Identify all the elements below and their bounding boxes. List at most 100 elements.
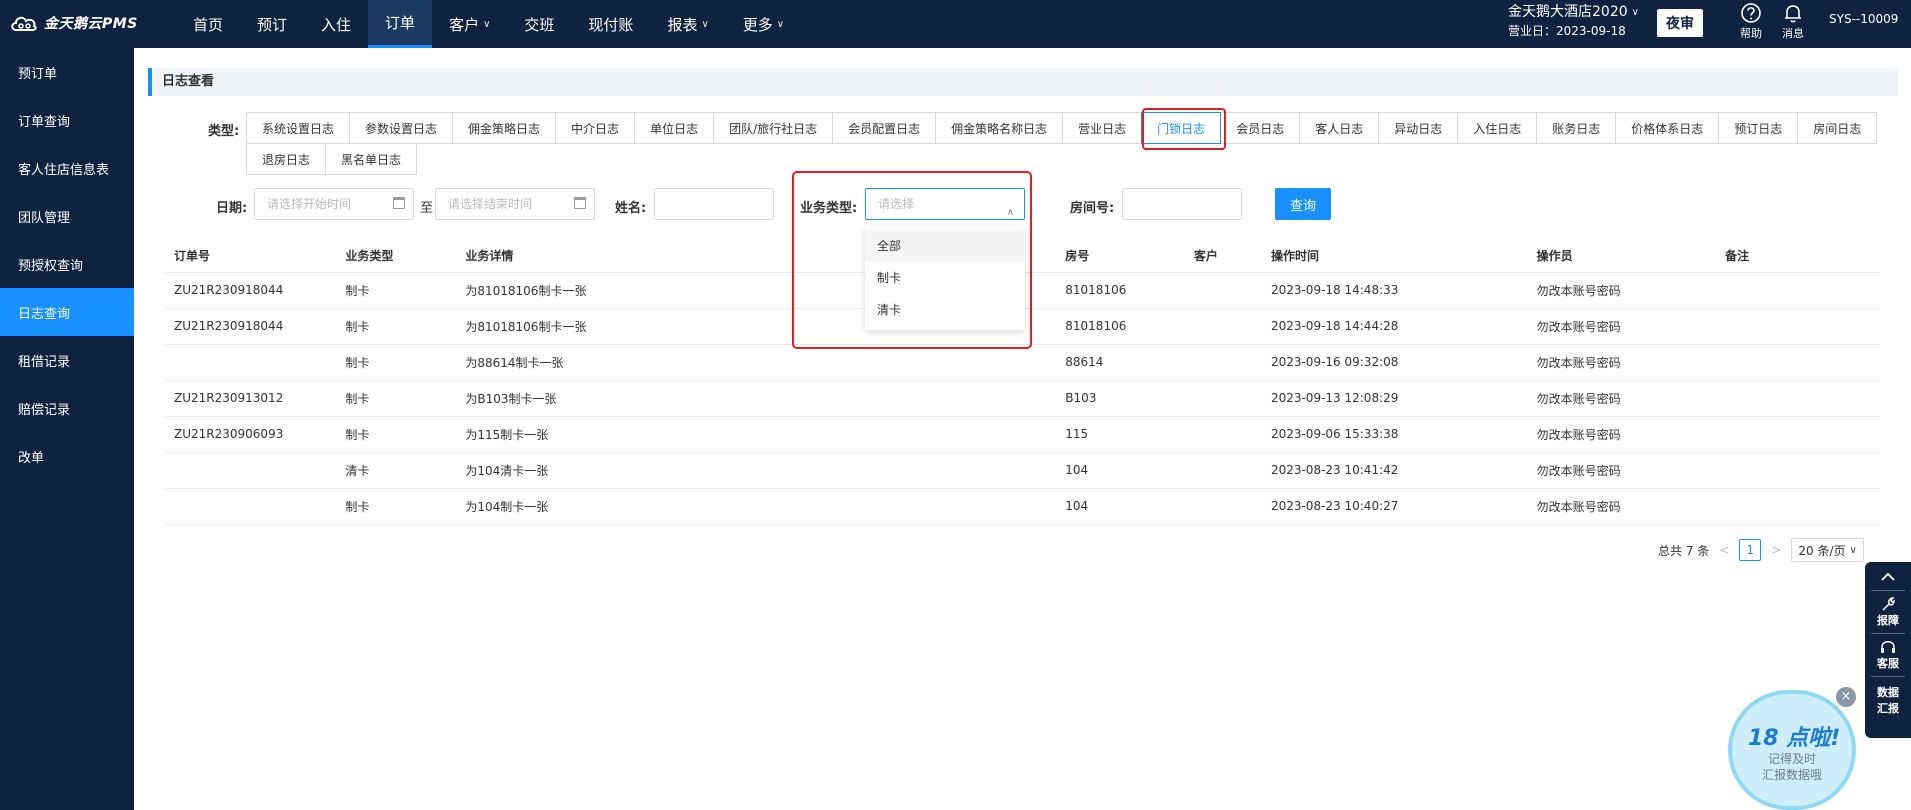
end-date-placeholder: 请选择结束时间 (448, 197, 533, 211)
table-cell (1185, 308, 1263, 345)
user-menu[interactable]: SYS--10009 (1829, 12, 1898, 26)
type-tab[interactable]: 门锁日志 (1141, 112, 1222, 144)
sidebar-item[interactable]: 客人住店信息表 (0, 144, 134, 192)
table-cell: 勿改本账号密码 (1528, 416, 1718, 453)
close-icon[interactable]: × (1836, 687, 1856, 707)
table-cell (1717, 416, 1880, 453)
service-button[interactable]: 客服 (1865, 638, 1911, 672)
nav-item-label: 订单 (385, 14, 416, 32)
bell-icon (1785, 5, 1801, 23)
biz-type-select[interactable]: 请选择 ∧ (865, 188, 1025, 220)
hotel-switcher[interactable]: 金天鹅大酒店2020 ∨ 营业日：2023-09-18 (1508, 3, 1639, 41)
start-date-input[interactable]: 请选择开始时间 (254, 188, 414, 220)
next-page-icon[interactable]: > (1771, 543, 1781, 557)
type-tab[interactable]: 佣金策略名称日志 (935, 112, 1064, 144)
type-tab[interactable]: 会员配置日志 (832, 112, 937, 144)
table-row: 清卡 为104清卡一张 104 2023-08-23 10:41:42 勿改本账号密码 (166, 452, 1880, 489)
app-logo[interactable]: 金天鹅云PMS (10, 12, 138, 34)
table-row: ZU21R230906093 制卡 为115制卡一张 115 2023-09-06 15… (166, 416, 1880, 453)
type-tab[interactable]: 房间日志 (1797, 112, 1878, 144)
type-tab[interactable]: 客人日志 (1299, 112, 1380, 144)
type-tab[interactable]: 单位日志 (634, 112, 715, 144)
nav-item-label: 客户 (449, 15, 480, 34)
collapse-button[interactable] (1865, 562, 1911, 586)
type-tab[interactable]: 系统设置日志 (246, 112, 351, 144)
prev-page-icon[interactable]: < (1719, 543, 1729, 557)
table-cell: 制卡 (337, 272, 458, 309)
help-button[interactable]: 帮助 (1733, 2, 1769, 41)
night-audit-button[interactable]: 夜审 (1657, 9, 1703, 37)
table-cell (166, 488, 338, 525)
type-tab[interactable]: 价格体系日志 (1615, 112, 1720, 144)
name-input[interactable] (654, 188, 774, 220)
dropdown-option[interactable]: 清卡 (865, 294, 1025, 326)
sidebar-item[interactable]: 订单查询 (0, 96, 134, 144)
nav-item[interactable]: 预订 (240, 0, 304, 48)
report-issue-button[interactable]: 报障 (1865, 595, 1911, 629)
nav-item[interactable]: 入住 (304, 0, 368, 48)
type-tab[interactable]: 黑名单日志 (325, 143, 418, 175)
total-count: 总共 7 条 (1658, 543, 1710, 558)
table-cell: 为115制卡一张 (457, 416, 1058, 453)
nav-item[interactable]: 订单 (368, 0, 433, 48)
type-filter-tabs: 系统设置日志 参数设置日志 佣金策略日志 中介日志 单位日志 团队/旅行社日志 会员配置日志… (246, 112, 1878, 175)
biz-type-dropdown: 全部 制卡 清卡 (865, 226, 1025, 330)
table-cell: 2023-08-23 10:41:42 (1262, 452, 1529, 489)
type-tab[interactable]: 退房日志 (246, 143, 327, 175)
cloud-logo-icon (11, 16, 37, 31)
date-label: 日期: (216, 201, 248, 216)
table-cell: 勿改本账号密码 (1528, 380, 1718, 417)
type-tab[interactable]: 参数设置日志 (349, 112, 454, 144)
nav-item[interactable]: 更多 ∨ (726, 0, 801, 48)
chevron-up-icon (1881, 572, 1895, 581)
sidebar-item[interactable]: 租借记录 (0, 336, 134, 384)
type-tab[interactable]: 佣金策略日志 (452, 112, 557, 144)
page-number[interactable]: 1 (1739, 539, 1762, 561)
table-cell: 勿改本账号密码 (1528, 488, 1718, 525)
chevron-down-icon: ∨ (1631, 7, 1639, 18)
sidebar-item[interactable]: 团队管理 (0, 192, 134, 240)
table-cell: 为104清卡一张 (457, 452, 1058, 489)
table-cell (1185, 452, 1263, 489)
type-tab[interactable]: 营业日志 (1062, 112, 1143, 144)
type-tab[interactable]: 预订日志 (1718, 112, 1799, 144)
sidebar-item[interactable]: 赔偿记录 (0, 384, 134, 432)
type-filter-label: 类型: (208, 124, 240, 139)
dropdown-option[interactable]: 制卡 (865, 262, 1025, 294)
sidebar-item[interactable]: 预订单 (0, 48, 134, 96)
dropdown-option[interactable]: 全部 (865, 230, 1025, 262)
nav-item[interactable]: 交班 (507, 0, 571, 48)
type-tab[interactable]: 中介日志 (555, 112, 636, 144)
promo-line2: 汇报数据哦 (1761, 768, 1822, 782)
nav-item[interactable]: 报表 ∨ (650, 0, 725, 48)
nav-item-label: 报表 (667, 15, 698, 34)
column-header: 订单号 (166, 240, 338, 273)
promo-bubble[interactable]: 18 点啦! 记得及时 汇报数据哦 (1728, 690, 1856, 810)
messages-label: 消息 (1782, 27, 1804, 40)
table-cell: 104 (1057, 452, 1186, 489)
sidebar-item[interactable]: 改单 (0, 432, 134, 480)
nav-item[interactable]: 首页 (176, 0, 240, 48)
column-header: 操作时间 (1262, 240, 1529, 273)
nav-item[interactable]: 现付账 (571, 0, 650, 48)
sidebar-item[interactable]: 预授权查询 (0, 240, 134, 288)
start-date-placeholder: 请选择开始时间 (267, 197, 352, 211)
end-date-input[interactable]: 请选择结束时间 (435, 188, 595, 220)
table-cell: ZU21R230918044 (166, 308, 338, 345)
type-tab[interactable]: 账务日志 (1536, 112, 1617, 144)
nav-item[interactable]: 客户 ∨ (432, 0, 507, 48)
type-tab[interactable]: 入住日志 (1457, 112, 1538, 144)
wrench-icon (1882, 597, 1895, 611)
table-cell: 2023-08-23 10:40:27 (1262, 488, 1529, 525)
room-input[interactable] (1122, 188, 1242, 220)
type-tab[interactable]: 会员日志 (1220, 112, 1301, 144)
query-button[interactable]: 查询 (1275, 188, 1331, 220)
page-size-select[interactable]: 20 条/页 ∨ (1791, 538, 1864, 562)
sidebar: 预订单 订单查询 客人住店信息表 团队管理 预授权查询 日志查询 租借记录 赔偿记录 改单 (0, 48, 134, 810)
messages-button[interactable]: 消息 (1775, 2, 1811, 41)
data-report-button[interactable]: 数据 汇报 (1865, 681, 1911, 717)
type-tab[interactable]: 团队/旅行社日志 (713, 112, 834, 144)
logo-text: 金天鹅云PMS (44, 16, 138, 32)
type-tab[interactable]: 异动日志 (1378, 112, 1459, 144)
sidebar-item[interactable]: 日志查询 (0, 288, 134, 336)
